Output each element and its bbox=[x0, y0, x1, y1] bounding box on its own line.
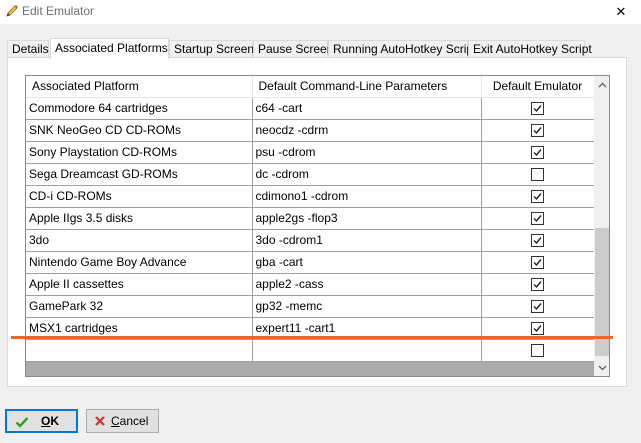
checkmark-icon bbox=[15, 415, 29, 429]
cell-default-emulator bbox=[481, 185, 595, 208]
vertical-scrollbar[interactable] bbox=[594, 76, 609, 376]
cell-command-line-parameters[interactable]: gba -cart bbox=[252, 251, 482, 274]
close-icon: ✕ bbox=[615, 4, 627, 19]
table-row[interactable]: Sony Playstation CD-ROMs psu -cdrom bbox=[26, 141, 595, 164]
cell-platform[interactable]: Nintendo Game Boy Advance bbox=[26, 251, 253, 274]
cell-default-emulator bbox=[481, 119, 595, 142]
default-emulator-checkbox[interactable] bbox=[531, 124, 544, 138]
table-row[interactable]: SNK NeoGeo CD CD-ROMs neocdz -cdrm bbox=[26, 119, 595, 142]
cell-default-emulator bbox=[481, 273, 595, 296]
cell-platform[interactable]: SNK NeoGeo CD CD-ROMs bbox=[26, 119, 253, 142]
cell-command-line-parameters[interactable] bbox=[252, 339, 482, 362]
cell-command-line-parameters[interactable]: dc -cdrom bbox=[252, 163, 482, 186]
table-row[interactable]: GamePark 32 gp32 -memc bbox=[26, 295, 595, 318]
checkmark-icon bbox=[533, 281, 542, 289]
cell-command-line-parameters[interactable]: apple2gs -flop3 bbox=[252, 207, 482, 230]
default-emulator-checkbox[interactable] bbox=[531, 190, 544, 204]
default-emulator-checkbox[interactable] bbox=[531, 146, 544, 160]
pencil-icon bbox=[4, 3, 20, 19]
cell-default-emulator bbox=[481, 295, 595, 318]
cell-platform[interactable]: Sega Dreamcast GD-ROMs bbox=[26, 163, 253, 186]
platform-grid[interactable]: Associated Platform Default Command-Line… bbox=[25, 75, 610, 377]
cell-command-line-parameters[interactable]: c64 -cart bbox=[252, 97, 482, 120]
close-button[interactable]: ✕ bbox=[601, 0, 641, 24]
scroll-down-button[interactable] bbox=[594, 359, 609, 376]
tab-running-autohotkey-script[interactable]: Running AutoHotkey Script bbox=[328, 40, 476, 58]
chevron-up-icon bbox=[598, 82, 607, 87]
header-command-line-parameters[interactable]: Default Command-Line Parameters bbox=[252, 76, 482, 98]
cell-command-line-parameters[interactable]: gp32 -memc bbox=[252, 295, 482, 318]
checkmark-icon bbox=[533, 149, 542, 157]
cell-platform[interactable]: GamePark 32 bbox=[26, 295, 253, 318]
cell-platform[interactable]: Apple II cassettes bbox=[26, 273, 253, 296]
cell-command-line-parameters[interactable]: neocdz -cdrm bbox=[252, 119, 482, 142]
cell-default-emulator bbox=[481, 229, 595, 252]
cell-default-emulator bbox=[481, 97, 595, 120]
cell-default-emulator bbox=[481, 251, 595, 274]
table-row[interactable]: 3do 3do -cdrom1 bbox=[26, 229, 595, 252]
platform-table: Associated Platform Default Command-Line… bbox=[26, 76, 595, 362]
table-row[interactable]: Commodore 64 cartridges c64 -cart bbox=[26, 97, 595, 120]
grid-header-row: Associated Platform Default Command-Line… bbox=[26, 76, 595, 98]
default-emulator-checkbox[interactable] bbox=[531, 168, 544, 182]
default-emulator-checkbox[interactable] bbox=[531, 256, 544, 270]
cancel-button[interactable]: Cancel bbox=[86, 409, 159, 433]
cell-platform[interactable]: Commodore 64 cartridges bbox=[26, 97, 253, 120]
cell-default-emulator bbox=[481, 163, 595, 186]
default-emulator-checkbox[interactable] bbox=[531, 344, 544, 358]
checkmark-icon bbox=[533, 105, 542, 113]
ok-button[interactable]: OK bbox=[5, 409, 78, 433]
tab-startup-screen[interactable]: Startup Screen bbox=[169, 40, 254, 58]
default-emulator-checkbox[interactable] bbox=[531, 234, 544, 248]
cell-command-line-parameters[interactable]: cdimono1 -cdrom bbox=[252, 185, 482, 208]
tab-pause-screen[interactable]: Pause Screen bbox=[253, 40, 333, 58]
default-emulator-checkbox[interactable] bbox=[531, 102, 544, 116]
window-title: Edit Emulator bbox=[22, 4, 95, 18]
cell-command-line-parameters[interactable]: psu -cdrom bbox=[252, 141, 482, 164]
table-row[interactable]: Sega Dreamcast GD-ROMs dc -cdrom bbox=[26, 163, 595, 186]
cell-command-line-parameters[interactable]: 3do -cdrom1 bbox=[252, 229, 482, 252]
highlight-marker-line bbox=[11, 336, 613, 339]
checkmark-icon bbox=[533, 127, 542, 135]
checkmark-icon bbox=[533, 193, 542, 201]
default-emulator-checkbox[interactable] bbox=[531, 322, 544, 336]
table-row[interactable]: CD-i CD-ROMs cdimono1 -cdrom bbox=[26, 185, 595, 208]
default-emulator-checkbox[interactable] bbox=[531, 212, 544, 226]
checkmark-icon bbox=[533, 215, 542, 223]
default-emulator-checkbox[interactable] bbox=[531, 300, 544, 314]
chevron-down-icon bbox=[598, 365, 607, 370]
cell-platform[interactable]: Sony Playstation CD-ROMs bbox=[26, 141, 253, 164]
table-row[interactable]: Apple IIgs 3.5 disks apple2gs -flop3 bbox=[26, 207, 595, 230]
checkmark-icon bbox=[533, 237, 542, 245]
tab-associated-platforms[interactable]: Associated Platforms bbox=[50, 38, 169, 59]
cell-platform[interactable]: 3do bbox=[26, 229, 253, 252]
checkmark-icon bbox=[533, 259, 542, 267]
cell-default-emulator bbox=[481, 141, 595, 164]
cell-default-emulator bbox=[481, 207, 595, 230]
header-default-emulator[interactable]: Default Emulator bbox=[481, 76, 595, 98]
tab-exit-autohotkey-script[interactable]: Exit AutoHotkey Script bbox=[468, 40, 592, 58]
scroll-up-button[interactable] bbox=[594, 76, 609, 93]
table-row[interactable]: Apple II cassettes apple2 -cass bbox=[26, 273, 595, 296]
cell-command-line-parameters[interactable]: apple2 -cass bbox=[252, 273, 482, 296]
header-associated-platform[interactable]: Associated Platform bbox=[26, 76, 253, 98]
ok-label: OK bbox=[41, 414, 60, 428]
cell-default-emulator bbox=[481, 339, 595, 362]
checkmark-icon bbox=[533, 303, 542, 311]
cell-platform[interactable] bbox=[26, 339, 253, 362]
checkmark-icon bbox=[533, 325, 542, 333]
table-row[interactable]: Nintendo Game Boy Advance gba -cart bbox=[26, 251, 595, 274]
cell-platform[interactable]: CD-i CD-ROMs bbox=[26, 185, 253, 208]
cancel-label: Cancel bbox=[111, 414, 149, 428]
table-row[interactable] bbox=[26, 339, 595, 362]
cell-platform[interactable]: Apple IIgs 3.5 disks bbox=[26, 207, 253, 230]
x-icon bbox=[94, 415, 106, 427]
tab-details[interactable]: Details bbox=[7, 40, 49, 58]
title-bar: Edit Emulator ✕ bbox=[0, 0, 641, 24]
default-emulator-checkbox[interactable] bbox=[531, 278, 544, 292]
